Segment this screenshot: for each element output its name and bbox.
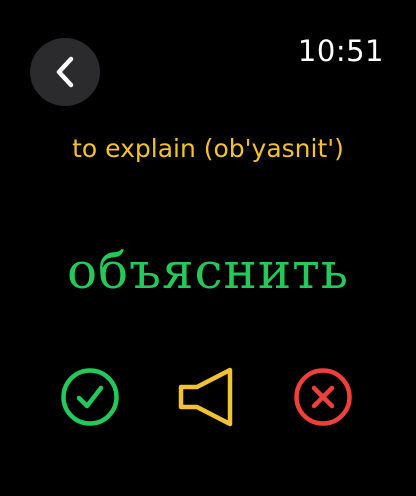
chevron-left-icon	[56, 56, 74, 88]
translation-text: to explain (ob'yasnit')	[72, 134, 344, 163]
status-time: 10:51	[297, 34, 384, 68]
correct-button[interactable]	[59, 366, 121, 428]
audio-button[interactable]	[175, 366, 237, 428]
back-button[interactable]	[30, 38, 100, 106]
wrong-button[interactable]	[292, 366, 354, 428]
speaker-icon	[178, 367, 233, 427]
x-circle-icon	[294, 368, 352, 426]
checkmark-circle-icon	[61, 368, 119, 426]
russian-word: объяснить	[66, 242, 350, 300]
